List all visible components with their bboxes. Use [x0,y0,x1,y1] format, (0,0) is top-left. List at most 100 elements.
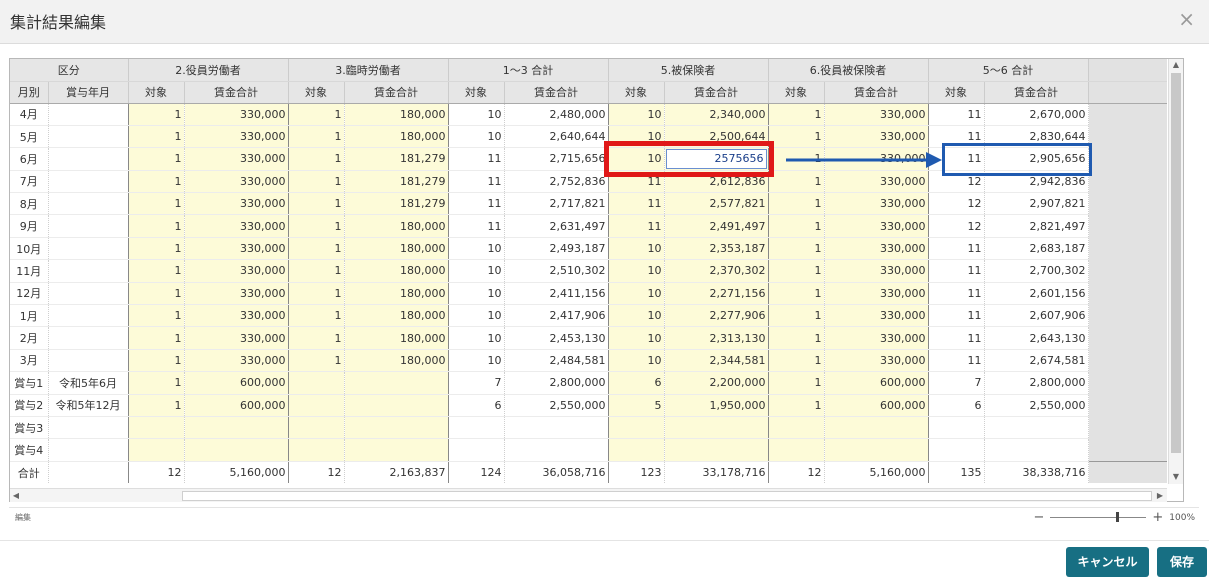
temp-worker-count-cell[interactable]: 1 [287,237,345,261]
officer-worker-count-cell[interactable] [127,416,185,440]
officer-worker-wage-cell[interactable]: 330,000 [184,237,289,261]
officer-worker-count-cell[interactable]: 1 [127,394,185,417]
officer-insured-wage-cell[interactable]: 330,000 [824,304,929,328]
zoom-in-icon[interactable]: + [1152,510,1163,525]
officer-worker-count-cell[interactable]: 1 [127,371,185,395]
officer-insured-count-cell[interactable]: 1 [767,125,825,149]
temp-worker-count-cell[interactable]: 1 [287,147,345,171]
scroll-down-icon[interactable]: ▼ [1169,471,1183,483]
temp-worker-count-cell[interactable] [287,394,345,417]
temp-worker-wage-cell[interactable]: 180,000 [344,326,449,350]
temp-worker-wage-cell[interactable] [344,371,449,395]
insured-wage-cell[interactable]: 2,271,156 [664,282,769,306]
insured-count-cell[interactable]: 5 [607,394,665,417]
officer-insured-count-cell[interactable]: 1 [767,170,825,194]
officer-insured-wage-cell[interactable]: 330,000 [824,103,929,126]
insured-wage-cell[interactable]: 2,577,821 [664,192,769,216]
officer-worker-wage-cell[interactable] [184,416,289,440]
officer-insured-count-cell[interactable]: 1 [767,259,825,283]
officer-worker-count-cell[interactable]: 1 [127,147,185,171]
officer-worker-count-cell[interactable]: 1 [127,304,185,328]
officer-worker-count-cell[interactable]: 1 [127,170,185,194]
officer-insured-count-cell[interactable]: 1 [767,282,825,306]
temp-worker-count-cell[interactable] [287,416,345,440]
temp-worker-count-cell[interactable]: 1 [287,282,345,306]
temp-worker-wage-cell[interactable]: 181,279 [344,192,449,216]
temp-worker-wage-cell[interactable]: 180,000 [344,237,449,261]
officer-worker-count-cell[interactable]: 1 [127,282,185,306]
officer-insured-wage-cell[interactable]: 330,000 [824,147,929,171]
insured-count-cell[interactable]: 10 [607,304,665,328]
officer-insured-wage-cell[interactable]: 330,000 [824,214,929,238]
insured-wage-cell[interactable]: 2,313,130 [664,326,769,350]
officer-worker-wage-cell[interactable] [184,438,289,462]
insured-count-cell[interactable]: 10 [607,103,665,126]
officer-worker-wage-cell[interactable]: 330,000 [184,304,289,328]
cell-edit-input[interactable]: 2575656 [665,148,767,169]
officer-insured-wage-cell[interactable] [824,416,929,440]
officer-worker-wage-cell[interactable]: 330,000 [184,147,289,171]
temp-worker-wage-cell[interactable] [344,416,449,440]
insured-wage-cell[interactable]: 2,353,187 [664,237,769,261]
save-button[interactable]: 保存 [1157,547,1207,577]
officer-worker-wage-cell[interactable]: 330,000 [184,326,289,350]
officer-insured-wage-cell[interactable]: 330,000 [824,125,929,149]
temp-worker-wage-cell[interactable]: 180,000 [344,349,449,373]
officer-worker-wage-cell[interactable]: 600,000 [184,371,289,395]
insured-wage-cell[interactable]: 2,340,000 [664,103,769,126]
insured-count-cell[interactable]: 6 [607,371,665,395]
officer-insured-count-cell[interactable]: 1 [767,371,825,395]
temp-worker-count-cell[interactable] [287,371,345,395]
scroll-up-icon[interactable]: ▲ [1169,59,1183,71]
temp-worker-wage-cell[interactable]: 180,000 [344,125,449,149]
insured-count-cell[interactable]: 10 [607,349,665,373]
temp-worker-wage-cell[interactable] [344,438,449,462]
horizontal-scroll-thumb[interactable] [182,491,1152,501]
officer-worker-wage-cell[interactable]: 330,000 [184,282,289,306]
temp-worker-count-cell[interactable]: 1 [287,192,345,216]
temp-worker-count-cell[interactable]: 1 [287,214,345,238]
insured-count-cell[interactable] [607,416,665,440]
insured-count-cell[interactable]: 11 [607,170,665,194]
temp-worker-count-cell[interactable] [287,438,345,462]
officer-insured-wage-cell[interactable]: 330,000 [824,282,929,306]
temp-worker-wage-cell[interactable]: 180,000 [344,103,449,126]
officer-insured-count-cell[interactable]: 1 [767,349,825,373]
officer-worker-wage-cell[interactable]: 600,000 [184,394,289,417]
temp-worker-count-cell[interactable]: 1 [287,349,345,373]
insured-count-cell[interactable]: 10 [607,125,665,149]
zoom-out-icon[interactable]: − [1033,510,1044,525]
temp-worker-wage-cell[interactable]: 181,279 [344,170,449,194]
cancel-button[interactable]: キャンセル [1066,547,1149,577]
temp-worker-wage-cell[interactable]: 180,000 [344,214,449,238]
zoom-slider-knob[interactable] [1116,512,1120,522]
insured-count-cell[interactable]: 10 [607,326,665,350]
insured-count-cell[interactable]: 11 [607,192,665,216]
officer-worker-count-cell[interactable]: 1 [127,237,185,261]
officer-insured-wage-cell[interactable]: 600,000 [824,371,929,395]
insured-wage-cell[interactable]: 2,612,836 [664,170,769,194]
vertical-scroll-thumb[interactable] [1171,73,1181,453]
temp-worker-count-cell[interactable]: 1 [287,326,345,350]
insured-wage-cell[interactable]: 2,344,581 [664,349,769,373]
officer-insured-wage-cell[interactable]: 330,000 [824,237,929,261]
insured-count-cell[interactable] [607,438,665,462]
temp-worker-count-cell[interactable]: 1 [287,170,345,194]
officer-insured-count-cell[interactable] [767,416,825,440]
scroll-right-icon[interactable]: ▶ [1154,489,1166,502]
officer-insured-count-cell[interactable] [767,438,825,462]
officer-insured-wage-cell[interactable]: 330,000 [824,326,929,350]
officer-worker-wage-cell[interactable]: 330,000 [184,103,289,126]
insured-wage-cell[interactable]: 2,200,000 [664,371,769,395]
officer-insured-count-cell[interactable]: 1 [767,192,825,216]
officer-insured-count-cell[interactable]: 1 [767,103,825,126]
insured-wage-cell[interactable] [664,438,769,462]
temp-worker-count-cell[interactable]: 1 [287,259,345,283]
officer-worker-count-cell[interactable]: 1 [127,326,185,350]
officer-worker-wage-cell[interactable]: 330,000 [184,192,289,216]
vertical-scrollbar[interactable]: ▲ ▼ [1168,59,1183,484]
insured-wage-cell[interactable]: 2,370,302 [664,259,769,283]
insured-count-cell[interactable]: 10 [607,147,665,171]
officer-insured-wage-cell[interactable] [824,438,929,462]
insured-count-cell[interactable]: 11 [607,214,665,238]
